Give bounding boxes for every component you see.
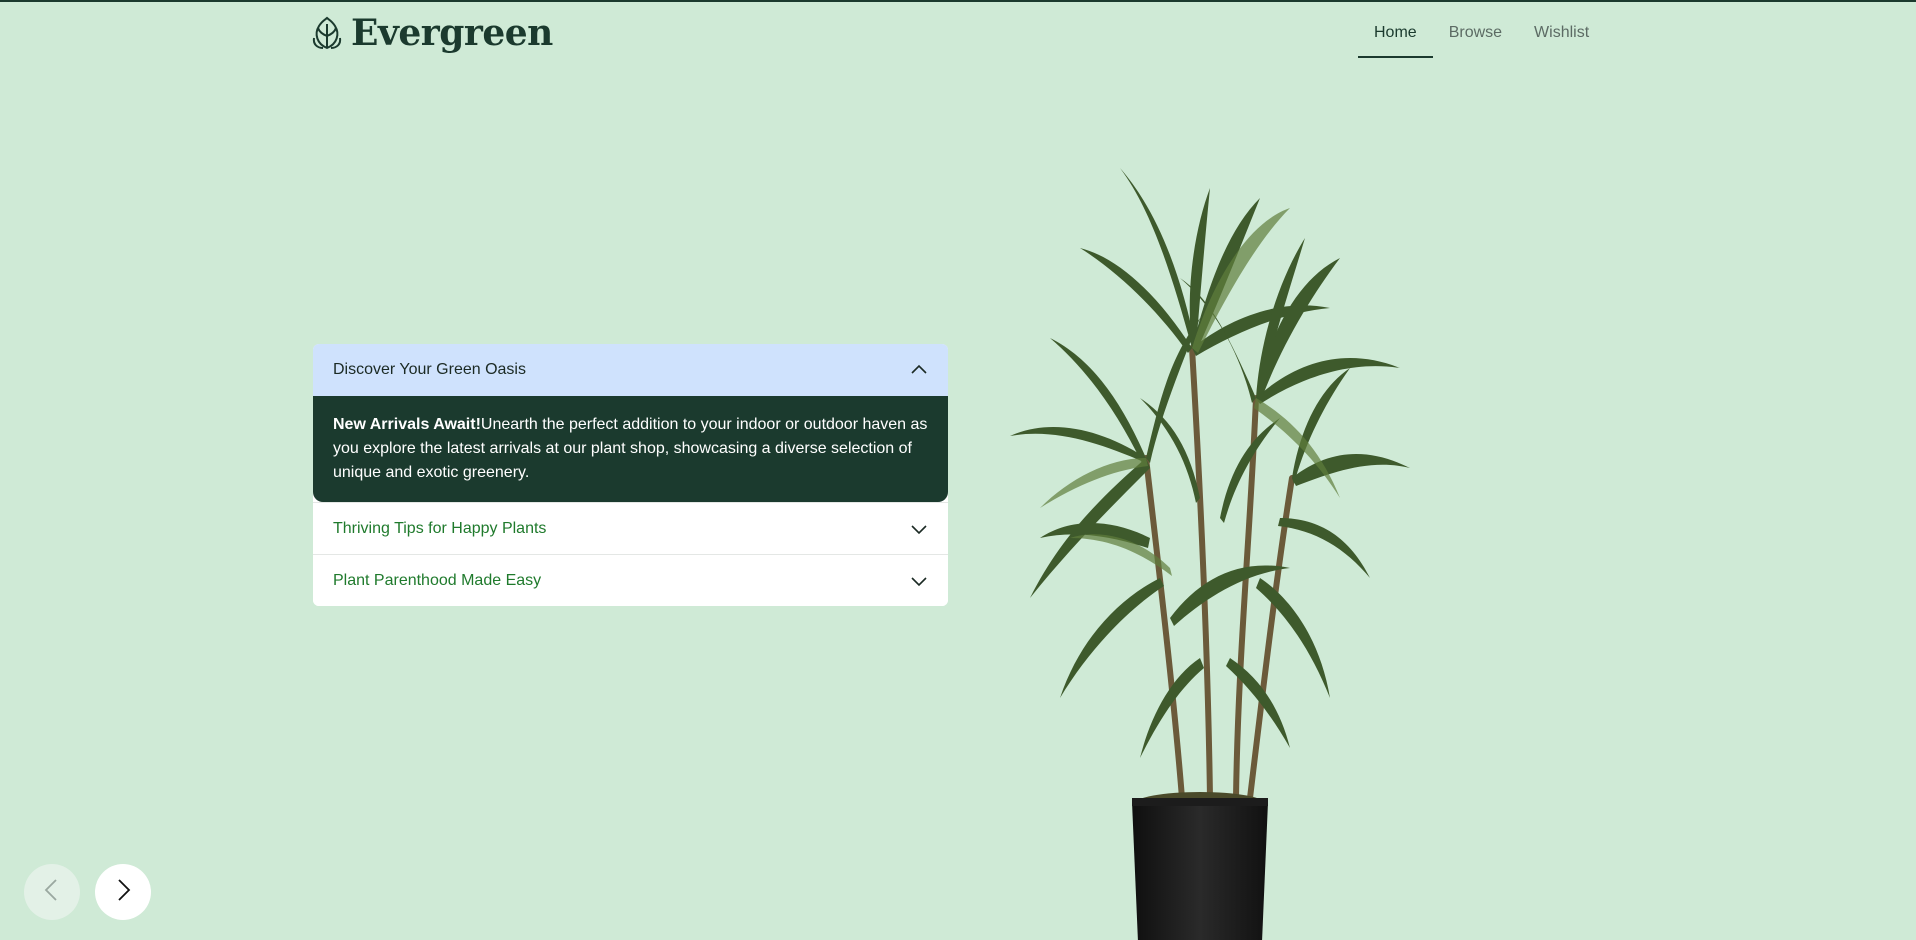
carousel-prev-button[interactable]	[24, 864, 80, 920]
accordion-title: Discover Your Green Oasis	[333, 361, 526, 378]
chevron-down-icon	[910, 520, 928, 538]
accordion-title: Plant Parenthood Made Easy	[333, 571, 542, 589]
carousel-next-button[interactable]	[95, 864, 151, 920]
nav-home[interactable]: Home	[1358, 16, 1433, 58]
chevron-down-icon	[910, 572, 928, 590]
accordion-panel-discover: New Arrivals Await!Unearth the perfect a…	[313, 396, 948, 502]
accordion-body-heading: New Arrivals Await!	[333, 416, 481, 433]
page: Evergreen Home Browse Wishlist Discover …	[0, 0, 1916, 940]
accordion-header-tips[interactable]: Thriving Tips for Happy Plants	[313, 502, 948, 554]
brand-logo[interactable]: Evergreen	[311, 14, 553, 52]
chevron-right-icon	[109, 876, 137, 909]
accordion-header-discover[interactable]: Discover Your Green Oasis	[313, 344, 948, 396]
main-nav: Home Browse Wishlist	[1358, 16, 1605, 58]
chevron-up-icon	[910, 361, 928, 379]
accordion-header-parenthood[interactable]: Plant Parenthood Made Easy	[313, 554, 948, 606]
chevron-left-icon	[38, 876, 66, 909]
leaf-icon	[311, 16, 343, 50]
brand-name: Evergreen	[351, 12, 553, 54]
plant-image	[960, 98, 1440, 940]
feature-accordion: Discover Your Green Oasis New Arrivals A…	[313, 344, 948, 606]
nav-browse[interactable]: Browse	[1433, 16, 1518, 58]
accordion-title: Thriving Tips for Happy Plants	[333, 519, 547, 537]
nav-wishlist[interactable]: Wishlist	[1518, 16, 1605, 58]
